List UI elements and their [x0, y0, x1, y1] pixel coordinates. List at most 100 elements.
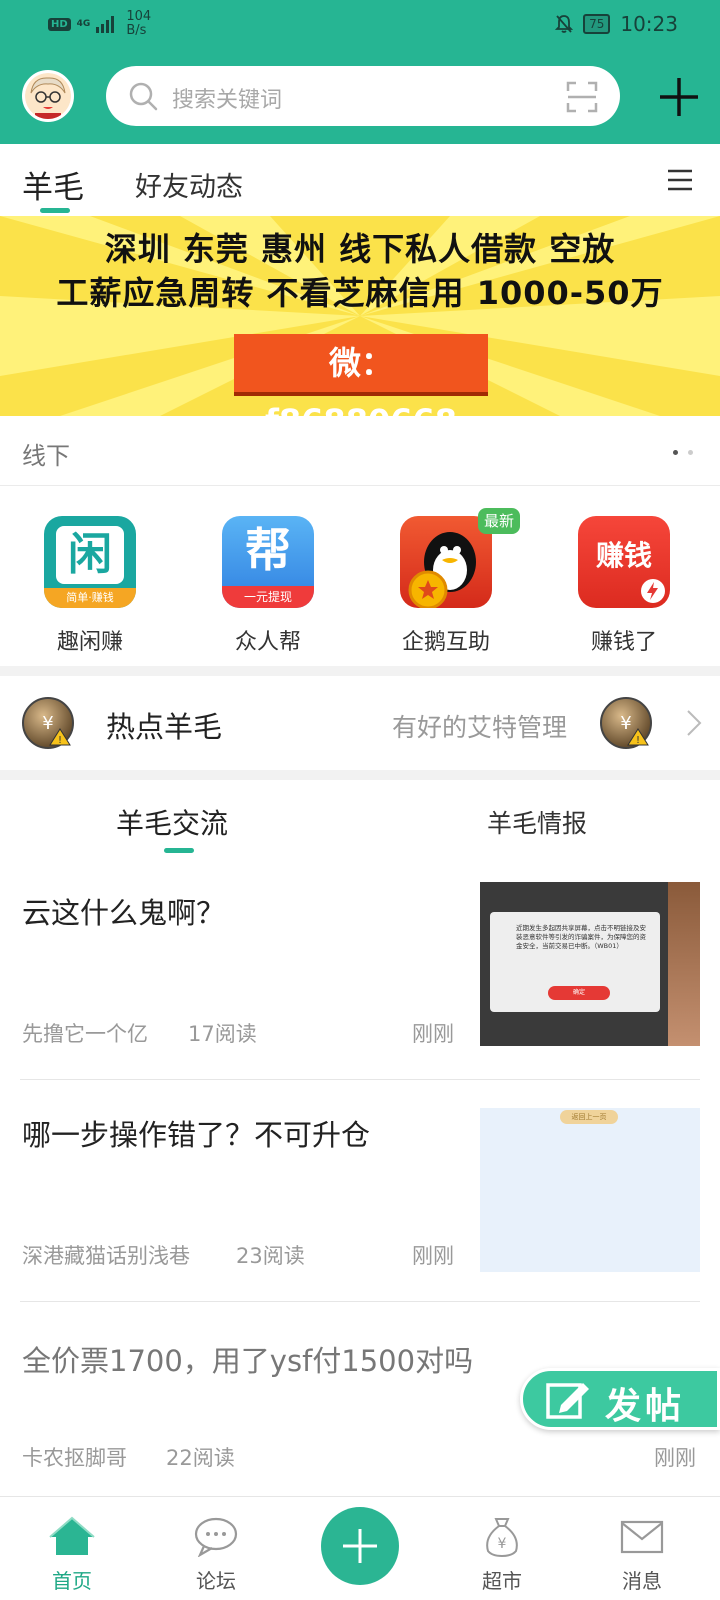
speed-unit: B/s: [126, 23, 147, 38]
post-item[interactable]: 哪一步操作错了？不可升仓 深港藏猫话别浅巷 23阅读 刚刚 返回上一页: [0, 1080, 720, 1302]
network-speed: 104 B/s: [126, 10, 151, 38]
carousel-dot: [688, 450, 693, 455]
tab-active-indicator: [40, 208, 70, 213]
tab-friends-feed[interactable]: 好友动态: [135, 165, 243, 204]
post-time: 刚刚: [412, 1022, 454, 1046]
svg-text:¥: ¥: [498, 1536, 507, 1552]
svg-text:!: !: [636, 735, 640, 746]
status-bar: HD 4G 104 B/s 75 10:23: [0, 0, 720, 50]
add-icon[interactable]: [658, 76, 700, 118]
post-title: 全价票1700，用了ysf付1500对吗: [22, 1344, 474, 1378]
post-title: 哪一步操作错了？不可升仓: [22, 1118, 371, 1152]
chevron-right-icon: [687, 710, 702, 736]
zhongrenbang-icon-caption: 一元提现: [222, 586, 314, 608]
thumb-dialog-button: 确定: [548, 986, 610, 1000]
nav-messages[interactable]: 消息: [592, 1515, 692, 1594]
post-item[interactable]: 云这什么鬼啊？ 先撸它一个亿 17阅读 刚刚 近期发生多起因共享屏幕，点击不明链…: [0, 860, 720, 1080]
tab-yangmao[interactable]: 羊毛: [22, 162, 84, 207]
status-right: 75 10:23: [555, 12, 678, 36]
search-bar[interactable]: 搜索关键词: [106, 66, 620, 126]
quxianzhuan-icon-caption: 简单·赚钱: [44, 588, 136, 608]
ad-banner[interactable]: 深圳 东莞 惠州 线下私人借款 空放 工薪应急周转 不看芝麻信用 1000-50…: [0, 216, 720, 416]
app-quxianzhuan[interactable]: 闲 简单·赚钱 趣闲赚: [30, 516, 150, 656]
nav-label: 消息: [622, 1569, 662, 1593]
app-zhongrenbang[interactable]: 帮 一元提现 众人帮: [208, 516, 328, 656]
thumb-dialog: 近期发生多起因共享屏幕，点击不明链接及安装恶意软件等引发的诈骗案件，为保障您的资…: [490, 912, 660, 1012]
home-icon: [49, 1516, 95, 1555]
coin-warning-icon: ¥ !: [22, 697, 74, 749]
create-post-button[interactable]: 发帖: [520, 1368, 720, 1430]
app-zhuanqianle[interactable]: 赚钱 赚钱了: [564, 516, 684, 656]
section-header: 线下: [0, 416, 720, 486]
bottom-nav: 首页 论坛 ¥ 超市 消息: [0, 1496, 720, 1600]
new-badge: 最新: [478, 508, 521, 534]
hot-subtitle: 有好的艾特管理: [392, 713, 568, 742]
post-reads: 23阅读: [236, 1244, 305, 1268]
lightning-icon: [641, 579, 665, 603]
center-add-button[interactable]: [321, 1507, 399, 1585]
search-placeholder: 搜索关键词: [172, 88, 283, 113]
app-label: 趣闲赚: [56, 630, 123, 655]
app-header: 搜索关键词: [0, 50, 720, 144]
status-left: HD 4G 104 B/s: [48, 10, 151, 38]
banner-line-2: 工薪应急周转 不看芝麻信用 1000-50万: [56, 274, 664, 312]
nav-home[interactable]: 首页: [22, 1515, 122, 1594]
svg-text:¥: ¥: [620, 713, 631, 734]
zhongrenbang-icon-text: 帮: [245, 523, 291, 577]
speed-value: 104: [126, 9, 152, 24]
post-reads: 17阅读: [188, 1022, 257, 1046]
app-label: 赚钱了: [590, 630, 657, 655]
list-tabs: 羊毛交流 羊毛情报: [0, 780, 720, 860]
search-icon: [129, 82, 158, 111]
post-reads: 22阅读: [166, 1446, 235, 1470]
nav-label: 论坛: [196, 1569, 236, 1593]
hot-topics-row[interactable]: ¥ ! 热点羊毛 有好的艾特管理 ¥ !: [0, 676, 720, 770]
svg-text:!: !: [58, 735, 62, 746]
clock: 10:23: [620, 12, 678, 36]
signal-icon: [96, 15, 115, 33]
coin-warning-icon: ¥ !: [600, 697, 652, 749]
mail-icon: [620, 1520, 664, 1554]
list-tab-active-indicator: [164, 848, 194, 853]
tab-yangmao-exchange[interactable]: 羊毛交流: [116, 802, 228, 842]
app-grid: 闲 简单·赚钱 趣闲赚 帮 一元提现 众人帮 企鹅互助 赚钱 赚钱了: [0, 486, 720, 666]
thumb-dialog-text: 近期发生多起因共享屏幕，点击不明链接及安装恶意软件等引发的诈骗案件，为保障您的资…: [516, 924, 646, 950]
edit-icon: [546, 1383, 589, 1419]
section-title: 线下: [22, 442, 70, 470]
menu-icon[interactable]: [666, 168, 694, 192]
nav-market[interactable]: ¥ 超市: [452, 1515, 552, 1594]
nav-forum[interactable]: 论坛: [166, 1515, 266, 1594]
tab-yangmao-intel[interactable]: 羊毛情报: [487, 804, 587, 840]
post-time: 刚刚: [412, 1244, 454, 1268]
scan-icon[interactable]: [566, 81, 598, 113]
user-avatar[interactable]: [22, 70, 74, 122]
post-time: 刚刚: [654, 1446, 696, 1470]
hot-title: 热点羊毛: [106, 710, 223, 744]
post-author: 先撸它一个亿: [22, 1022, 148, 1046]
post-thumbnail: 返回上一页: [480, 1108, 700, 1272]
banner-line-1: 深圳 东莞 惠州 线下私人借款 空放: [104, 230, 616, 268]
hd-indicator: HD: [48, 17, 71, 31]
zhuanqianle-icon: 赚钱: [578, 516, 670, 608]
money-bag-icon: ¥: [486, 1518, 518, 1558]
plus-icon: [343, 1529, 377, 1563]
zhongrenbang-icon: 帮 一元提现: [222, 516, 314, 608]
chat-bubble-icon: [194, 1517, 238, 1558]
zhuanqianle-icon-text: 赚钱: [595, 539, 652, 572]
app-qiehuzhu[interactable]: 企鹅互助: [386, 516, 506, 656]
post-thumbnail: 近期发生多起因共享屏幕，点击不明链接及安装恶意软件等引发的诈骗案件，为保障您的资…: [480, 882, 700, 1046]
banner-contact: 微：f86880668: [234, 334, 488, 416]
app-label: 企鹅互助: [401, 630, 490, 655]
bell-muted-icon: [555, 15, 574, 33]
thumb-tag: 返回上一页: [560, 1110, 618, 1124]
svg-text:¥: ¥: [42, 713, 53, 734]
post-author: 深港藏猫话别浅巷: [22, 1244, 190, 1268]
quxianzhuan-icon-text: 闲: [56, 526, 124, 584]
quxianzhuan-icon: 闲 简单·赚钱: [44, 516, 136, 608]
battery-icon: 75: [583, 14, 611, 34]
app-label: 众人帮: [234, 630, 301, 655]
create-post-label: 发帖: [605, 1386, 686, 1427]
post-title: 云这什么鬼啊？: [22, 896, 226, 930]
nav-label: 超市: [482, 1569, 522, 1593]
top-tabs: 羊毛 好友动态: [0, 144, 720, 216]
